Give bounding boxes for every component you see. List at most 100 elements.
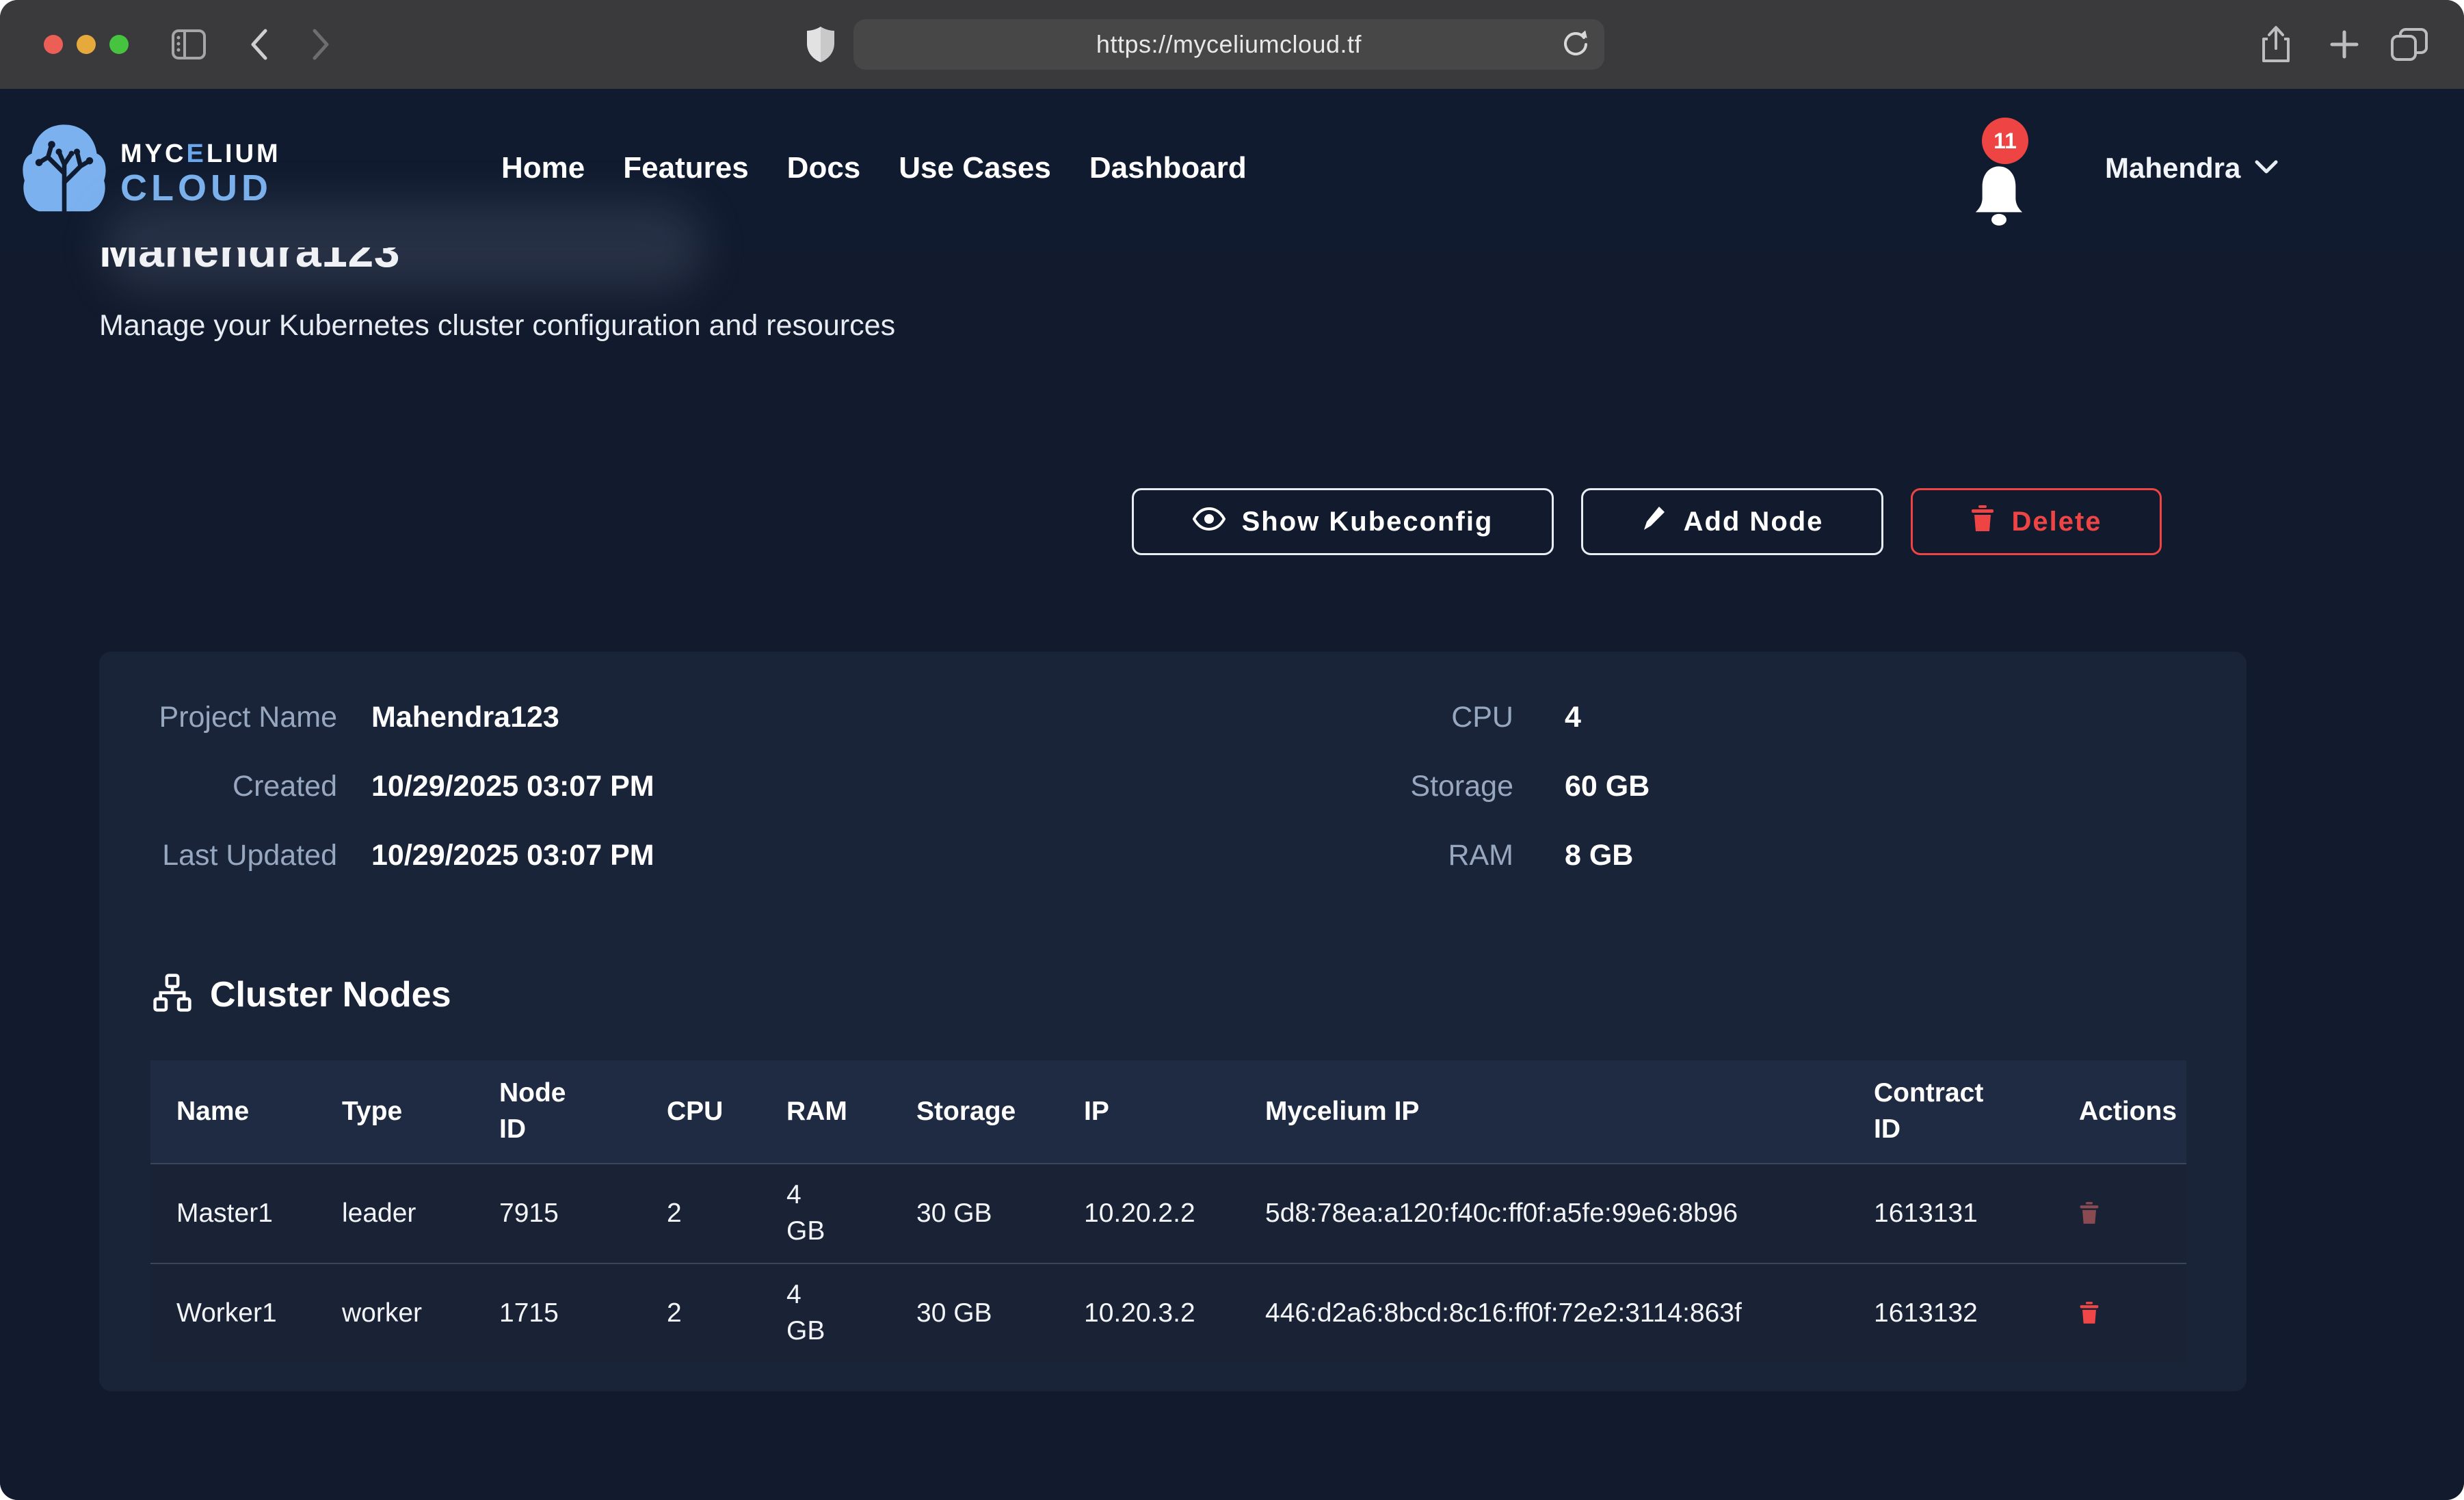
cell-node-id: 1715	[473, 1263, 641, 1363]
col-header-cpu: CPU	[641, 1060, 760, 1163]
cell-contract-id: 1613131	[1848, 1163, 2053, 1263]
nav-link-features[interactable]: Features	[623, 151, 748, 185]
zoom-window-button[interactable]	[109, 35, 129, 54]
project-details-card: Project Name Mahendra123 Created 10/29/2…	[99, 652, 2247, 1391]
browser-toolbar: https://myceliumcloud.tf	[0, 0, 2464, 89]
share-icon[interactable]	[2258, 0, 2294, 89]
info-value: 10/29/2025 03:07 PM	[371, 839, 654, 872]
cell-mycelium-ip: 446:d2a6:8bcd:8c16:ff0f:72e2:3114:863f	[1239, 1263, 1848, 1363]
notification-count-badge: 11	[1982, 118, 2028, 164]
cell-ip: 10.20.2.2	[1058, 1163, 1239, 1263]
info-row-last-updated: Last Updated 10/29/2025 03:07 PM	[150, 839, 654, 872]
cell-storage: 30 GB	[890, 1263, 1058, 1363]
logo-line-cloud: CLOUD	[120, 170, 281, 206]
browser-window: https://myceliumcloud.tf	[0, 0, 2464, 1500]
page-content: Mahendra123 Manage your Kubernetes clust…	[0, 247, 2464, 1500]
nav-link-use-cases[interactable]: Use Cases	[899, 151, 1051, 185]
back-button-icon[interactable]	[248, 0, 271, 89]
info-label: Created	[150, 770, 337, 803]
col-header-actions: Actions	[2053, 1060, 2186, 1163]
logo-wordmark: MYCELIUM CLOUD	[120, 141, 281, 206]
pencil-icon	[1641, 504, 1667, 539]
nav-link-dashboard[interactable]: Dashboard	[1089, 151, 1247, 185]
page-subtitle: Manage your Kubernetes cluster configura…	[99, 309, 895, 343]
info-row-project-name: Project Name Mahendra123	[150, 701, 654, 734]
close-window-button[interactable]	[44, 35, 63, 54]
minimize-window-button[interactable]	[77, 35, 96, 54]
cell-type: leader	[316, 1163, 473, 1263]
delete-node-button[interactable]	[2079, 1300, 2099, 1327]
info-label: CPU	[1254, 701, 1513, 734]
tab-overview-icon[interactable]	[2389, 0, 2429, 89]
cell-type: worker	[316, 1263, 473, 1363]
cell-ram: 4 GB	[760, 1163, 890, 1263]
cell-cpu: 2	[641, 1163, 760, 1263]
logo-line-mycelium: MYCELIUM	[120, 141, 281, 167]
cell-node-id: 7915	[473, 1163, 641, 1263]
trash-icon	[1970, 504, 1995, 539]
col-header-ram: RAM	[760, 1060, 890, 1163]
cell-cpu: 2	[641, 1263, 760, 1363]
cluster-nodes-table: Name Type Node ID CPU RAM Storage IP Myc…	[150, 1060, 2188, 1363]
trash-icon	[2079, 1201, 2099, 1227]
col-header-type: Type	[316, 1060, 473, 1163]
cell-ip: 10.20.3.2	[1058, 1263, 1239, 1363]
new-tab-icon[interactable]	[2327, 0, 2362, 89]
col-header-name: Name	[150, 1060, 316, 1163]
user-menu[interactable]: Mahendra	[2105, 89, 2279, 247]
col-header-contract-id: Contract ID	[1848, 1060, 2053, 1163]
project-info-left: Project Name Mahendra123 Created 10/29/2…	[150, 701, 654, 908]
mycelium-cloud-logo-icon	[19, 116, 109, 230]
cluster-nodes-section-header: Cluster Nodes	[153, 973, 451, 1016]
col-header-mycelium-ip: Mycelium IP	[1239, 1060, 1848, 1163]
nav-links: Home Features Docs Use Cases Dashboard	[501, 89, 1247, 247]
show-kubeconfig-button[interactable]: Show Kubeconfig	[1132, 488, 1554, 555]
cell-ram: 4 GB	[760, 1263, 890, 1363]
info-label: Last Updated	[150, 839, 337, 872]
bell-icon	[1972, 161, 2026, 233]
trash-icon	[2079, 1300, 2099, 1327]
cell-name: Worker1	[150, 1263, 316, 1363]
col-header-ip: IP	[1058, 1060, 1239, 1163]
nav-link-home[interactable]: Home	[501, 151, 585, 185]
info-row-ram: RAM 8 GB	[1254, 839, 1650, 872]
col-header-storage: Storage	[890, 1060, 1058, 1163]
info-row-created: Created 10/29/2025 03:07 PM	[150, 770, 654, 803]
nav-link-docs[interactable]: Docs	[787, 151, 861, 185]
info-value: 60 GB	[1565, 770, 1650, 803]
delete-cluster-button[interactable]: Delete	[1911, 488, 2162, 555]
info-value: 10/29/2025 03:07 PM	[371, 770, 654, 803]
info-row-storage: Storage 60 GB	[1254, 770, 1650, 803]
sidebar-toggle-icon[interactable]	[171, 0, 207, 89]
reload-icon[interactable]	[1559, 28, 1591, 64]
cell-storage: 30 GB	[890, 1163, 1058, 1263]
cell-contract-id: 1613132	[1848, 1263, 2053, 1363]
cell-actions	[2053, 1263, 2186, 1363]
cluster-nodes-title: Cluster Nodes	[210, 974, 451, 1015]
info-label: Project Name	[150, 701, 337, 734]
add-node-button[interactable]: Add Node	[1581, 488, 1883, 555]
info-label: RAM	[1254, 839, 1513, 872]
cell-name: Master1	[150, 1163, 316, 1263]
info-value: Mahendra123	[371, 701, 559, 734]
delete-node-button[interactable]	[2079, 1201, 2099, 1227]
info-label: Storage	[1254, 770, 1513, 803]
network-nodes-icon	[153, 973, 192, 1016]
address-bar[interactable]: https://myceliumcloud.tf	[853, 19, 1604, 70]
cell-mycelium-ip: 5d8:78ea:a120:f40c:ff0f:a5fe:99e6:8b96	[1239, 1163, 1848, 1263]
info-value: 8 GB	[1565, 839, 1633, 872]
forward-button-icon[interactable]	[309, 0, 332, 89]
cell-actions	[2053, 1163, 2186, 1263]
address-bar-url: https://myceliumcloud.tf	[1096, 30, 1362, 59]
privacy-shield-icon[interactable]	[806, 0, 836, 89]
info-value: 4	[1565, 701, 1581, 734]
eye-icon	[1193, 507, 1226, 537]
col-header-node-id: Node ID	[473, 1060, 641, 1163]
project-info-right: CPU 4 Storage 60 GB RAM 8 GB	[1254, 701, 1650, 908]
cluster-actions-toolbar: Show Kubeconfig Add Node Delete	[1132, 488, 2162, 555]
site-navbar: MYCELIUM CLOUD Home Features Docs Use Ca…	[0, 89, 2464, 247]
chevron-down-icon	[2254, 159, 2279, 178]
site-logo[interactable]: MYCELIUM CLOUD	[19, 116, 281, 230]
info-row-cpu: CPU 4	[1254, 701, 1650, 734]
notifications-button[interactable]: 11	[1965, 89, 2054, 247]
